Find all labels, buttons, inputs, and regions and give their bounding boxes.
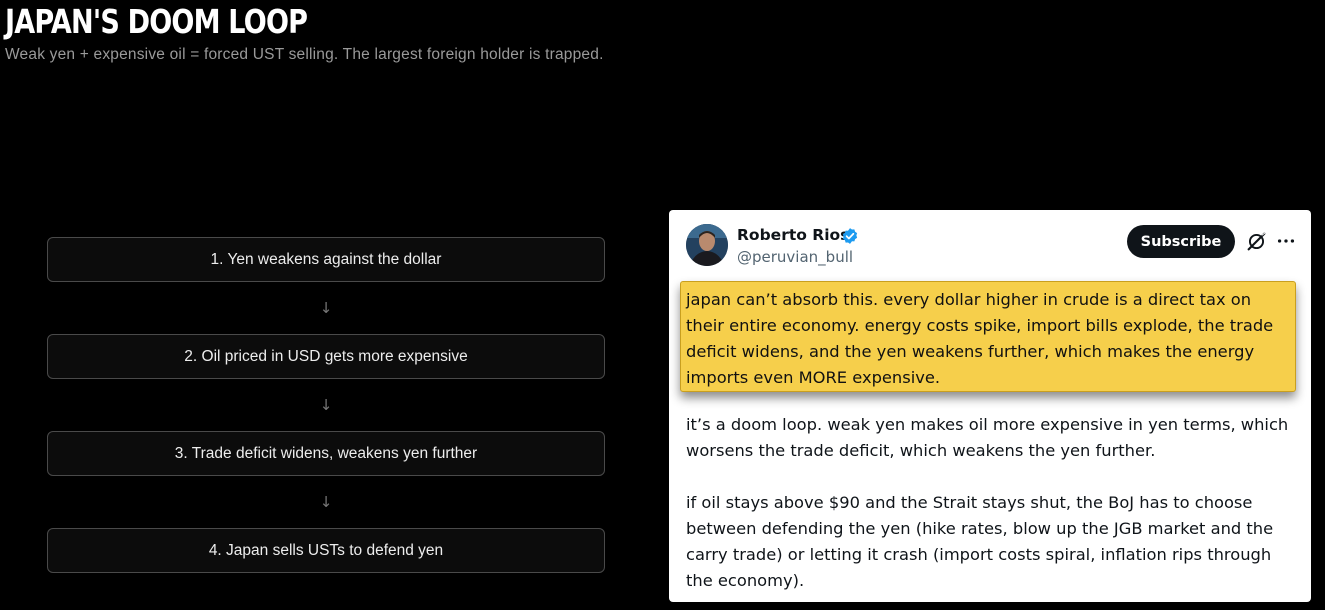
down-arrow-icon: ↓	[319, 396, 333, 414]
tweet-card: Roberto Rios @peruvian_bull Subscribe ja…	[669, 210, 1311, 602]
verified-badge-icon	[842, 228, 858, 244]
flow-step-3: 3. Trade deficit widens, weakens yen fur…	[47, 431, 605, 476]
subscribe-button[interactable]: Subscribe	[1127, 225, 1235, 258]
author-handle[interactable]: @peruvian_bull	[737, 248, 853, 266]
highlighted-tweet-text: japan can’t absorb this. every dollar hi…	[680, 281, 1296, 392]
flow-step-1: 1. Yen weakens against the dollar	[47, 237, 605, 282]
flow-step-4: 4. Japan sells USTs to defend yen	[47, 528, 605, 573]
page-subtitle: Weak yen + expensive oil = forced UST se…	[5, 46, 604, 63]
doom-loop-flow: 1. Yen weakens against the dollar ↓ 2. O…	[47, 237, 605, 573]
down-arrow-icon: ↓	[319, 493, 333, 511]
tweet-paragraph-1: it’s a doom loop. weak yen makes oil mor…	[686, 415, 1289, 460]
tweet-paragraph-2: if oil stays above $90 and the Strait st…	[686, 493, 1274, 590]
grok-icon[interactable]	[1246, 231, 1267, 252]
avatar[interactable]	[686, 224, 728, 266]
page-title: JAPAN'S DOOM LOOP	[5, 2, 308, 41]
flow-step-2: 2. Oil priced in USD gets more expensive	[47, 334, 605, 379]
more-options-icon[interactable]	[1275, 230, 1297, 252]
down-arrow-icon: ↓	[319, 299, 333, 317]
author-name[interactable]: Roberto Rios	[737, 226, 849, 244]
